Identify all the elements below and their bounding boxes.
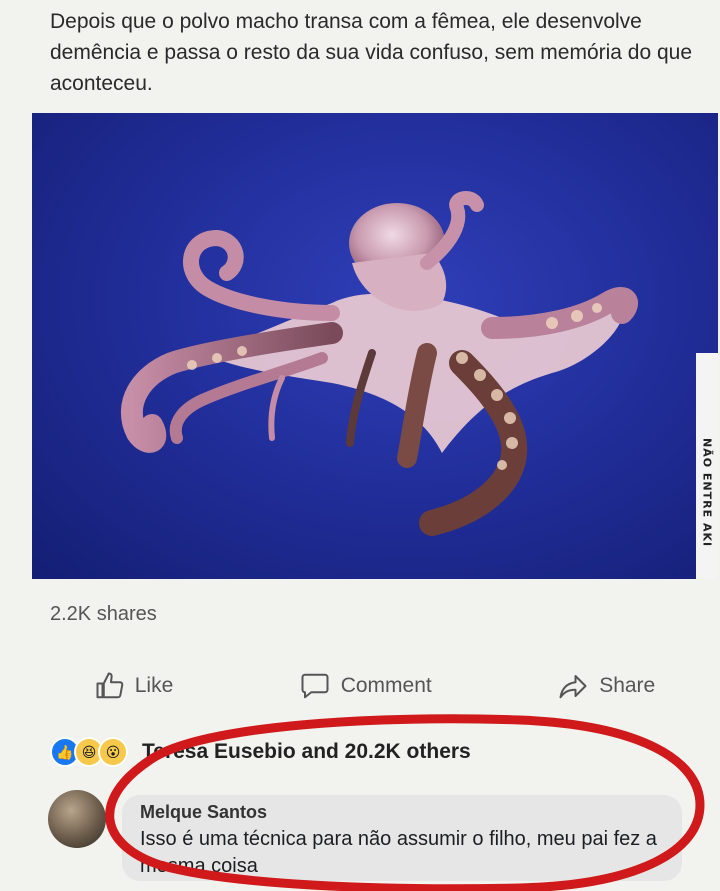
reaction-summary-text: Teresa Eusebio and 20.2K others — [142, 740, 471, 763]
wow-icon: 😮 — [98, 737, 128, 767]
like-label: Like — [134, 674, 174, 697]
comment-author[interactable]: Melque Santos — [140, 802, 267, 823]
shares-count[interactable]: 2.2K shares — [50, 603, 157, 626]
comment-button[interactable]: Comment — [299, 671, 432, 701]
avatar[interactable] — [48, 790, 106, 848]
comment-icon — [301, 673, 329, 699]
comment-label: Comment — [340, 674, 432, 697]
reaction-icons: 👍 😆 😮 — [50, 737, 128, 767]
comment-text: Isso é uma técnica para não assumir o fi… — [140, 828, 657, 877]
octopus-image — [121, 191, 638, 536]
action-bar: Like Comment Share — [32, 660, 718, 712]
post-text: Depois que o polvo macho transa com a fê… — [50, 10, 693, 95]
watermark: NÃO ENTRE AKI — [696, 353, 718, 579]
thumbs-up-icon — [96, 672, 124, 699]
share-arrow-icon — [559, 675, 587, 699]
share-label: Share — [599, 674, 656, 697]
reactions-summary[interactable]: 👍 😆 😮 Teresa Eusebio and 20.2K others — [50, 735, 471, 769]
like-button[interactable]: Like — [95, 671, 174, 701]
post-photo[interactable]: NÃO ENTRE AKI — [32, 113, 718, 579]
share-button[interactable]: Share — [557, 671, 655, 701]
